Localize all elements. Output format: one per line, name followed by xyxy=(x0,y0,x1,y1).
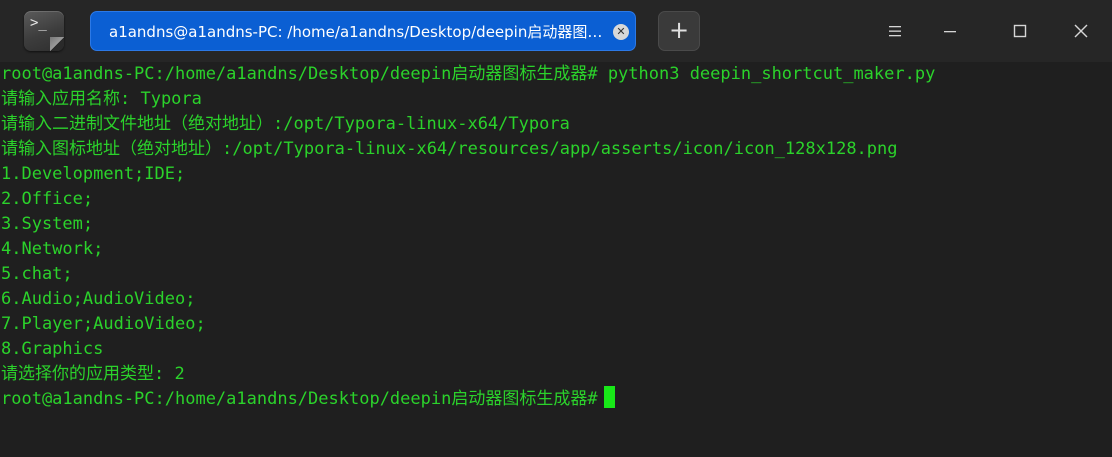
output-line: 7.Player;AudioVideo; xyxy=(1,314,206,334)
command: python3 deepin_shortcut_maker.py xyxy=(597,64,936,84)
minimize-icon[interactable] xyxy=(935,16,965,46)
active-prompt-line: root@a1andns-PC:/home/a1andns/Desktop/de… xyxy=(1,386,615,412)
title-bar: >_ a1andns@a1andns-PC: /home/a1andns/Des… xyxy=(0,0,1112,62)
icon-fold xyxy=(50,37,64,51)
prompt: root@a1andns-PC:/home/a1andns/Desktop/de… xyxy=(1,389,598,409)
menu-icon[interactable] xyxy=(880,16,910,46)
tab-close-icon[interactable]: ✕ xyxy=(613,24,629,40)
output-line: 5.chat; xyxy=(1,264,73,284)
new-tab-button[interactable]: + xyxy=(658,11,700,51)
prompt-glyph-icon: >_ xyxy=(30,15,47,31)
prompt: root@a1andns-PC:/home/a1andns/Desktop/de… xyxy=(1,64,598,84)
output-line: 请输入应用名称: Typora xyxy=(1,89,202,109)
output-line: 请输入图标地址（绝对地址）:/opt/Typora-linux-x64/reso… xyxy=(1,139,898,159)
output-line: 8.Graphics xyxy=(1,339,104,359)
output-line: 6.Audio;AudioVideo; xyxy=(1,289,196,309)
maximize-icon[interactable] xyxy=(1005,16,1035,46)
output-line: 2.Office; xyxy=(1,189,94,209)
tab-terminal-session[interactable]: a1andns@a1andns-PC: /home/a1andns/Deskto… xyxy=(90,11,636,51)
terminal-app-icon[interactable]: >_ xyxy=(24,11,64,51)
output-line: 请选择你的应用类型: 2 xyxy=(1,364,185,384)
terminal-window: >_ a1andns@a1andns-PC: /home/a1andns/Des… xyxy=(0,0,1112,457)
output-line: 4.Network; xyxy=(1,239,104,259)
terminal-cursor xyxy=(603,386,615,408)
tab-title: a1andns@a1andns-PC: /home/a1andns/Deskto… xyxy=(109,23,603,41)
output-line: 3.System; xyxy=(1,214,94,234)
close-window-icon[interactable] xyxy=(1066,16,1096,46)
output-line: 1.Development;IDE; xyxy=(1,164,186,184)
output-line: 请输入二进制文件地址（绝对地址）:/opt/Typora-linux-x64/T… xyxy=(1,114,570,134)
command-line: root@a1andns-PC:/home/a1andns/Desktop/de… xyxy=(1,62,935,87)
terminal-output[interactable]: root@a1andns-PC:/home/a1andns/Desktop/de… xyxy=(0,62,1112,457)
